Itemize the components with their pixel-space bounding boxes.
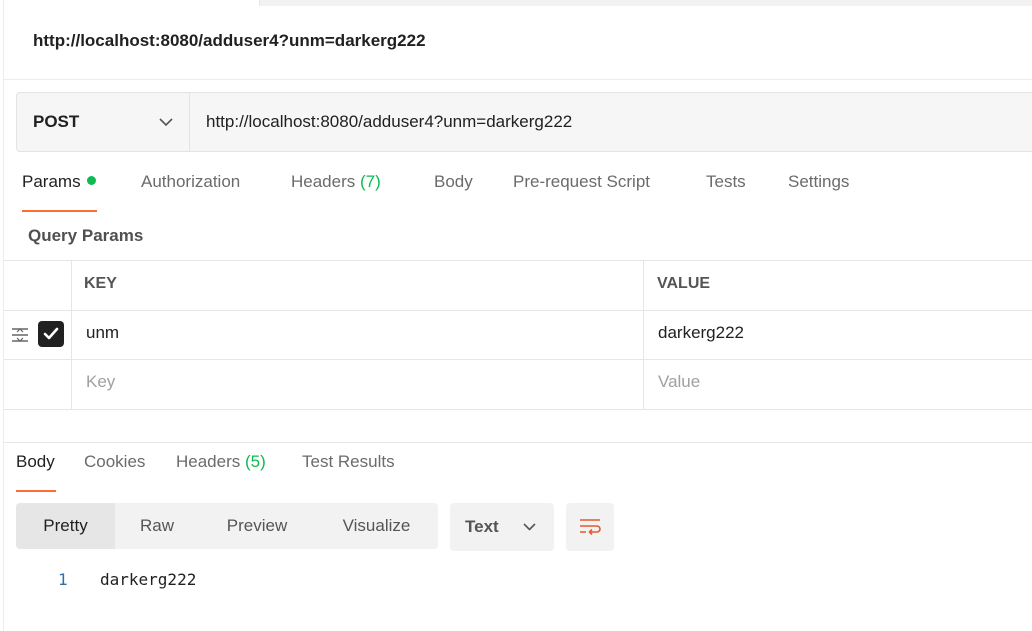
request-title[interactable]: http://localhost:8080/adduser4?unm=darke… — [33, 31, 426, 51]
column-header-value: VALUE — [657, 275, 711, 292]
response-tab-body-label: Body — [16, 452, 55, 471]
table-header-divider — [4, 310, 1032, 311]
checkmark-icon — [43, 327, 59, 340]
tab-pre-request-script-label: Pre-request Script — [513, 172, 650, 191]
table-row-divider — [4, 359, 1032, 360]
table-border-top — [4, 260, 1032, 261]
tab-body[interactable]: Body — [434, 172, 473, 212]
drag-handle-icon[interactable] — [11, 327, 29, 343]
response-tab-headers-label: Headers — [176, 452, 241, 471]
view-mode-visualize[interactable]: Visualize — [315, 503, 438, 549]
new-key-input[interactable]: Key — [86, 372, 115, 392]
url-input[interactable]: http://localhost:8080/adduser4?unm=darke… — [206, 93, 572, 151]
response-tab-body[interactable]: Body — [16, 452, 56, 492]
method-select[interactable]: POST — [17, 93, 190, 151]
tab-active-underline — [22, 210, 97, 212]
table-column-divider-key — [71, 260, 72, 410]
param-key-cell[interactable]: unm — [86, 323, 119, 343]
format-label: Text — [465, 517, 499, 536]
response-divider — [4, 442, 1032, 443]
param-enabled-checkbox[interactable] — [38, 321, 64, 347]
tab-params-label: Params — [22, 172, 81, 191]
response-body-text[interactable]: darkerg222 — [100, 570, 196, 589]
response-tab-cookies[interactable]: Cookies — [84, 452, 145, 492]
view-mode-switcher: Pretty Raw Preview Visualize — [16, 503, 438, 549]
active-params-dot — [86, 176, 96, 186]
view-mode-pretty[interactable]: Pretty — [16, 503, 115, 549]
tab-authorization[interactable]: Authorization — [141, 172, 240, 212]
response-tab-headers-count: (5) — [245, 452, 266, 471]
tab-tests-label: Tests — [706, 172, 746, 191]
tab-body-label: Body — [434, 172, 473, 191]
chevron-down-icon — [523, 523, 536, 531]
tab-settings[interactable]: Settings — [788, 172, 849, 212]
view-mode-preview[interactable]: Preview — [199, 503, 315, 549]
tab-tests[interactable]: Tests — [706, 172, 746, 212]
response-tab-test-results-label: Test Results — [302, 452, 395, 471]
new-value-input[interactable]: Value — [658, 372, 700, 392]
tab-headers-label: Headers — [291, 172, 356, 191]
response-tab-test-results[interactable]: Test Results — [302, 452, 395, 492]
tab-authorization-label: Authorization — [141, 172, 241, 191]
chevron-down-icon — [159, 117, 173, 126]
tab-pre-request-script[interactable]: Pre-request Script — [513, 172, 650, 212]
query-params-heading: Query Params — [28, 226, 144, 245]
params-table: KEY VALUE unm darkerg222 Key Value — [4, 260, 1032, 410]
wrap-lines-button[interactable] — [566, 503, 614, 551]
title-divider — [4, 79, 1032, 80]
method-label: POST — [33, 112, 80, 131]
format-select[interactable]: Text — [450, 503, 554, 551]
wrap-lines-icon — [580, 519, 601, 536]
column-header-key: KEY — [84, 275, 117, 292]
table-border-bottom — [4, 409, 1032, 410]
line-number: 1 — [58, 570, 68, 589]
tab-headers-count: (7) — [360, 172, 381, 191]
tab-settings-label: Settings — [788, 172, 850, 191]
active-request-tab[interactable] — [0, 0, 260, 6]
response-tab-cookies-label: Cookies — [84, 452, 146, 471]
tab-params[interactable]: Params — [22, 172, 97, 212]
response-tab-active-underline — [16, 490, 56, 492]
tab-headers[interactable]: Headers (7) — [291, 172, 381, 212]
param-value-cell[interactable]: darkerg222 — [658, 323, 744, 343]
url-bar: POST http://localhost:8080/adduser4?unm=… — [16, 92, 1032, 152]
view-mode-raw[interactable]: Raw — [115, 503, 199, 549]
response-tab-headers[interactable]: Headers (5) — [176, 452, 266, 492]
table-column-divider-value — [643, 260, 644, 410]
